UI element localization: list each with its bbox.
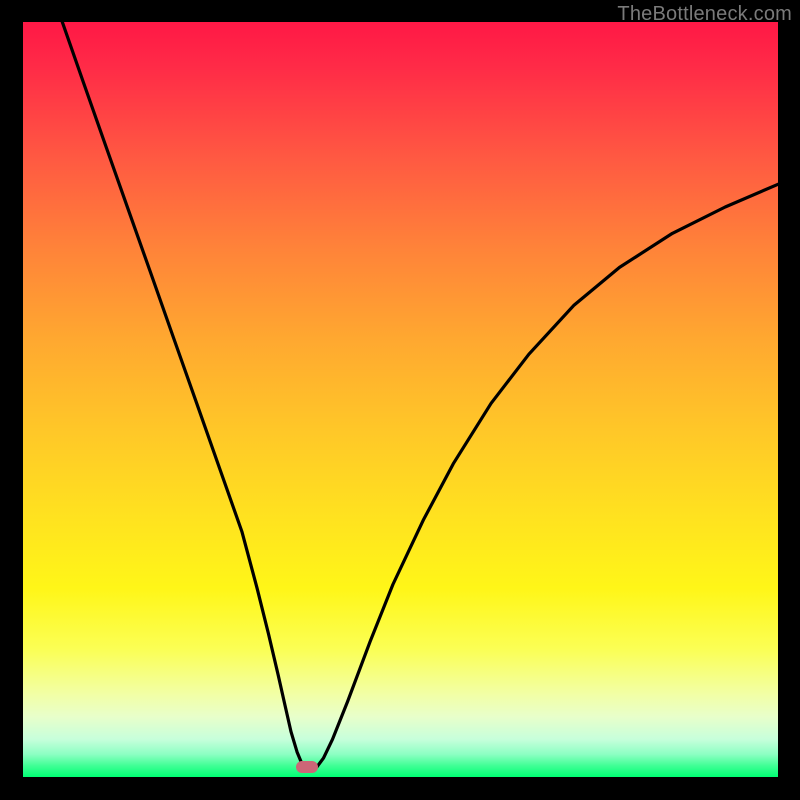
watermark-text: TheBottleneck.com [617,3,792,26]
plot-area [23,22,778,777]
chart-frame: TheBottleneck.com [0,0,800,800]
curve-layer [23,22,778,777]
optimum-marker [296,761,318,773]
bottleneck-curve [62,22,778,767]
